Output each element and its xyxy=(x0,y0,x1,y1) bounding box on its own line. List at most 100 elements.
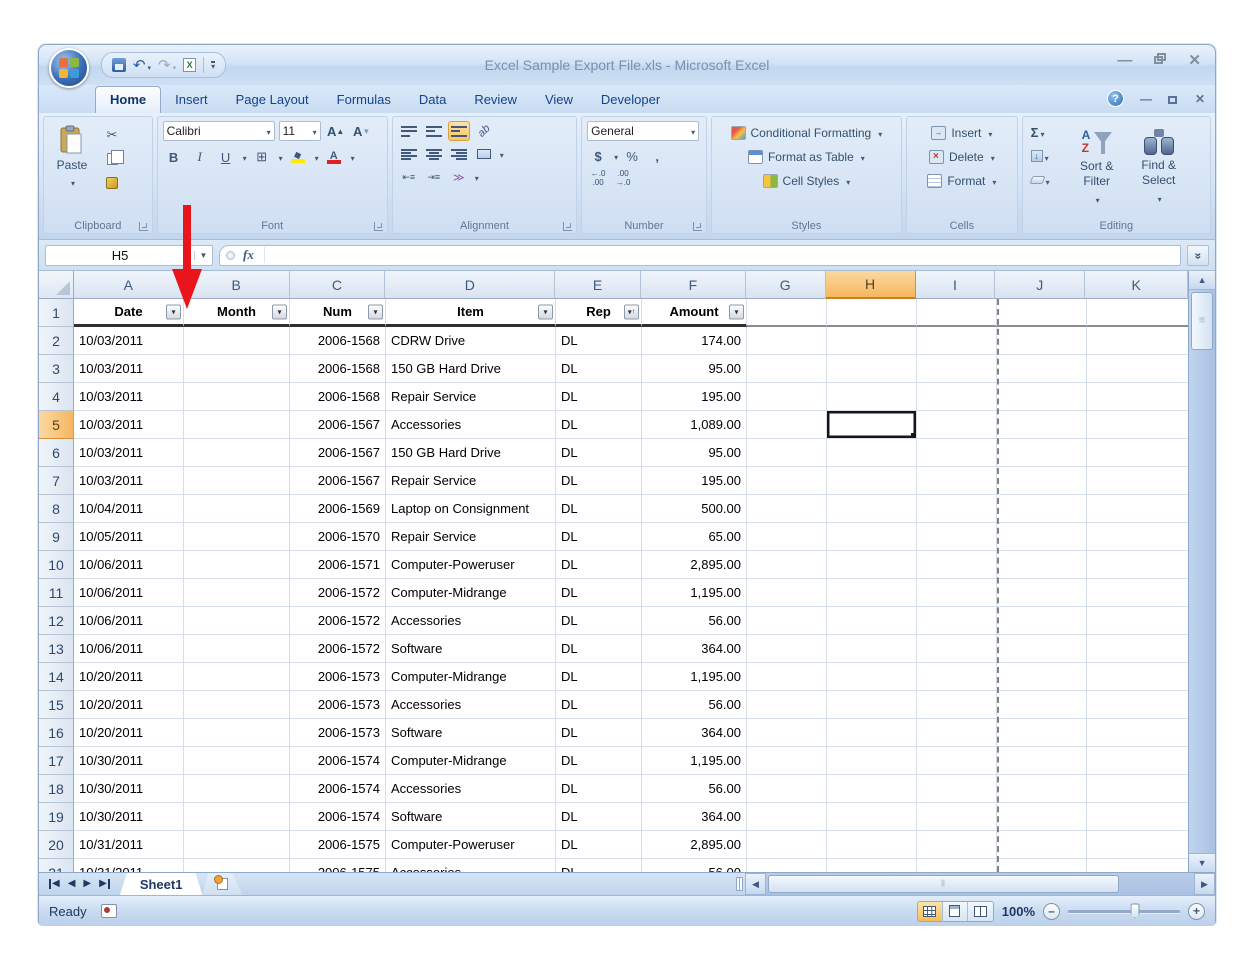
column-header-k[interactable]: K xyxy=(1085,271,1188,299)
cell-g8[interactable] xyxy=(747,495,827,523)
cell-h13[interactable] xyxy=(827,635,917,663)
cell-g15[interactable] xyxy=(747,691,827,719)
cell-i20[interactable] xyxy=(917,831,997,859)
cell-d8[interactable]: Laptop on Consignment xyxy=(386,495,556,523)
row-header-9[interactable]: 9 xyxy=(39,523,74,551)
copy-icon[interactable] xyxy=(101,149,123,169)
zoom-out-icon[interactable]: – xyxy=(1043,903,1060,920)
row-header-19[interactable]: 19 xyxy=(39,803,74,831)
column-header-a[interactable]: A xyxy=(74,271,184,299)
cell-b13[interactable] xyxy=(184,635,290,663)
cell-c7[interactable]: 2006-1567 xyxy=(290,467,386,495)
column-header-j[interactable]: J xyxy=(995,271,1085,299)
cell-e9[interactable]: DL xyxy=(556,523,642,551)
sheet-tab-sheet1[interactable]: Sheet1 xyxy=(120,873,203,895)
horizontal-scrollbar[interactable]: ◀ ▶ xyxy=(745,873,1215,895)
bottom-align-button[interactable] xyxy=(448,121,470,141)
font-dialog-launcher-icon[interactable] xyxy=(374,222,383,231)
cell-i21[interactable] xyxy=(917,859,997,872)
cell-d12[interactable]: Accessories xyxy=(386,607,556,635)
tab-data[interactable]: Data xyxy=(405,87,460,113)
scroll-up-icon[interactable]: ▲ xyxy=(1189,271,1215,290)
row-header-2[interactable]: 2 xyxy=(39,327,74,355)
filter-dropdown-icon[interactable] xyxy=(166,304,181,319)
cell-d18[interactable]: Accessories xyxy=(386,775,556,803)
column-header-f[interactable]: F xyxy=(641,271,746,299)
cell-i7[interactable] xyxy=(917,467,997,495)
cell-f5[interactable]: 1,089.00 xyxy=(642,411,747,439)
increase-indent-button[interactable]: ⇥≡ xyxy=(423,167,445,187)
filter-dropdown-icon[interactable] xyxy=(368,304,383,319)
cell-i11[interactable] xyxy=(917,579,997,607)
next-sheet-icon[interactable]: ▶ xyxy=(83,879,91,889)
cell-h5[interactable] xyxy=(827,411,917,439)
cell-e13[interactable]: DL xyxy=(556,635,642,663)
formula-input[interactable] xyxy=(265,246,1180,265)
row-header-11[interactable]: 11 xyxy=(39,579,74,607)
row-header-18[interactable]: 18 xyxy=(39,775,74,803)
row-header-1[interactable]: 1 xyxy=(39,299,74,327)
cell-j5[interactable] xyxy=(997,411,1087,439)
currency-button[interactable]: $ xyxy=(587,146,609,166)
cell-f19[interactable]: 364.00 xyxy=(642,803,747,831)
cell-j11[interactable] xyxy=(997,579,1087,607)
filter-dropdown-icon[interactable] xyxy=(538,304,553,319)
comma-button[interactable]: , xyxy=(646,146,668,166)
cell-j13[interactable] xyxy=(997,635,1087,663)
cell-g1[interactable] xyxy=(747,299,827,327)
cell-b2[interactable] xyxy=(184,327,290,355)
cell-k1[interactable] xyxy=(1087,299,1188,327)
previous-sheet-icon[interactable]: ◀ xyxy=(68,879,76,889)
page-break-view-button[interactable] xyxy=(968,902,993,921)
last-sheet-icon[interactable]: ▶ xyxy=(99,879,110,889)
align-left-button[interactable] xyxy=(398,144,420,164)
cell-d4[interactable]: Repair Service xyxy=(386,383,556,411)
cell-b8[interactable] xyxy=(184,495,290,523)
cell-i4[interactable] xyxy=(917,383,997,411)
expand-formula-bar-icon[interactable]: » xyxy=(1187,245,1209,266)
wrap-text-button[interactable]: ≫ xyxy=(448,167,470,187)
header-cell-rep[interactable]: Rep xyxy=(556,299,642,327)
cell-a20[interactable]: 10/31/2011 xyxy=(74,831,184,859)
currency-dropdown-icon[interactable] xyxy=(612,147,618,165)
column-header-c[interactable]: C xyxy=(290,271,386,299)
cell-c14[interactable]: 2006-1573 xyxy=(290,663,386,691)
font-name-select[interactable]: Calibri xyxy=(163,121,275,141)
fill-button[interactable]: ↓ xyxy=(1028,145,1062,167)
cell-f21[interactable]: 56.00 xyxy=(642,859,747,872)
fill-color-icon[interactable]: ◆ xyxy=(287,147,309,167)
cell-k14[interactable] xyxy=(1087,663,1188,691)
cell-h16[interactable] xyxy=(827,719,917,747)
cell-e21[interactable]: DL xyxy=(556,859,642,872)
cell-e8[interactable]: DL xyxy=(556,495,642,523)
cell-i1[interactable] xyxy=(917,299,997,327)
cell-f6[interactable]: 95.00 xyxy=(642,439,747,467)
cell-d6[interactable]: 150 GB Hard Drive xyxy=(386,439,556,467)
restore-button[interactable] xyxy=(1154,53,1166,64)
column-header-d[interactable]: D xyxy=(385,271,555,299)
format-painter-icon[interactable] xyxy=(101,173,123,193)
cell-h10[interactable] xyxy=(827,551,917,579)
cell-d10[interactable]: Computer-Poweruser xyxy=(386,551,556,579)
cell-a17[interactable]: 10/30/2011 xyxy=(74,747,184,775)
cell-h17[interactable] xyxy=(827,747,917,775)
cell-c19[interactable]: 2006-1574 xyxy=(290,803,386,831)
row-header-6[interactable]: 6 xyxy=(39,439,74,467)
column-header-e[interactable]: E xyxy=(555,271,641,299)
cell-i12[interactable] xyxy=(917,607,997,635)
fx-icon[interactable]: fx xyxy=(243,247,265,263)
header-cell-item[interactable]: Item xyxy=(386,299,556,327)
cell-a18[interactable]: 10/30/2011 xyxy=(74,775,184,803)
clear-button[interactable] xyxy=(1028,169,1062,191)
row-header-16[interactable]: 16 xyxy=(39,719,74,747)
cell-d14[interactable]: Computer-Midrange xyxy=(386,663,556,691)
cell-a11[interactable]: 10/06/2011 xyxy=(74,579,184,607)
cell-i18[interactable] xyxy=(917,775,997,803)
cell-c15[interactable]: 2006-1573 xyxy=(290,691,386,719)
cell-c13[interactable]: 2006-1572 xyxy=(290,635,386,663)
cell-d15[interactable]: Accessories xyxy=(386,691,556,719)
column-header-b[interactable]: B xyxy=(184,271,290,299)
number-dialog-launcher-icon[interactable] xyxy=(693,222,702,231)
cell-j16[interactable] xyxy=(997,719,1087,747)
cell-d5[interactable]: Accessories xyxy=(386,411,556,439)
